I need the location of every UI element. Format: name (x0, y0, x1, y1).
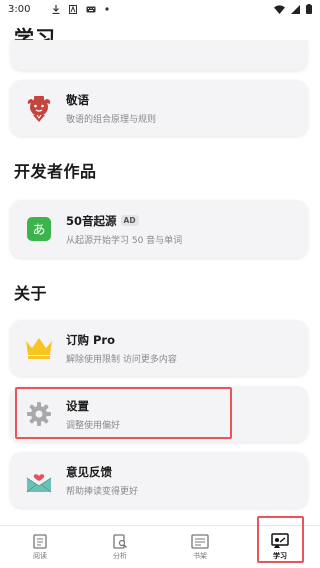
feedback-card[interactable]: 意见反馈 帮助捧读变得更好 (10, 452, 308, 508)
subscribe-card[interactable]: 订购 Pro 解除使用限制 访问更多内容 (10, 320, 308, 376)
notification-icons (52, 4, 110, 14)
honorifics-subtitle: 敬语的组合原理与规则 (66, 114, 157, 125)
hiragana-app-icon: あ (24, 214, 54, 244)
honorific-mascot-icon (24, 93, 54, 123)
download-icon (52, 4, 60, 14)
section-developer-title: 开发者作品 (14, 162, 97, 181)
tab-bookshelf[interactable]: 书架 (160, 526, 240, 568)
section-about-title: 关于 (14, 284, 48, 303)
tab-analysis[interactable]: 分析 (80, 526, 160, 568)
feedback-title: 意见反馈 (66, 464, 112, 479)
ad-badge: AD (120, 215, 139, 226)
bookshelf-icon (191, 533, 209, 549)
honorifics-title: 敬语 (66, 92, 89, 107)
a-box-icon (69, 4, 78, 14)
tab-bookshelf-label: 书架 (193, 551, 207, 560)
partial-card (10, 40, 308, 70)
gojuon-title: 50音起源 (66, 213, 117, 228)
keyboard-icon (86, 6, 96, 12)
tab-reading[interactable]: 阅读 (0, 526, 80, 568)
honorifics-card[interactable]: 敬语 敬语的组合原理与规则 (10, 80, 308, 136)
crown-icon (24, 333, 54, 363)
status-bar: 3:00 (0, 0, 320, 18)
wifi-icon (274, 4, 285, 14)
feedback-subtitle: 帮助捧读变得更好 (66, 486, 139, 497)
subscribe-title: 订购 Pro (66, 332, 116, 347)
status-indicators (274, 4, 312, 14)
signal-icon (291, 4, 300, 14)
gojuon-title-row: 50音起源 AD (66, 213, 182, 229)
envelope-heart-icon (24, 465, 54, 495)
gojuon-subtitle: 从起源开始学习 50 音与单词 (66, 235, 183, 246)
svg-text:あ: あ (32, 223, 45, 238)
dot-icon (105, 7, 110, 11)
tab-reading-label: 阅读 (33, 551, 47, 560)
reading-icon (33, 533, 47, 549)
subscribe-subtitle: 解除使用限制 访问更多内容 (66, 354, 177, 365)
gojuon-card[interactable]: あ 50音起源 AD 从起源开始学习 50 音与单词 (10, 200, 308, 258)
battery-icon (306, 4, 312, 14)
analysis-icon (113, 533, 127, 549)
status-time: 3:00 (8, 3, 31, 15)
tab-analysis-label: 分析 (113, 551, 127, 560)
settings-highlight (15, 387, 232, 439)
study-tab-highlight (257, 516, 304, 563)
